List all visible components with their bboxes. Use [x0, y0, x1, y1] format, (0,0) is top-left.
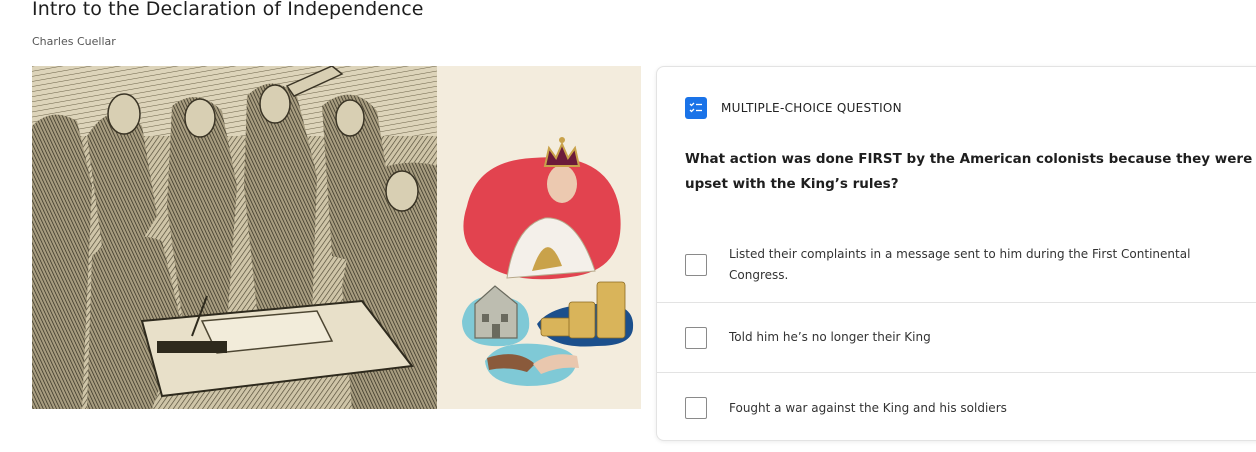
- answer-label: Told him he’s no longer their King: [729, 330, 931, 344]
- question-text: What action was done FIRST by the Americ…: [685, 151, 1253, 192]
- answer-list: Listed their complaints in a message sen…: [657, 227, 1256, 443]
- answer-checkbox[interactable]: [685, 326, 707, 349]
- lesson-page: Intro to the Declaration of Independence…: [0, 0, 1256, 452]
- question-type-label: MULTIPLE-CHOICE QUESTION: [721, 101, 902, 115]
- answer-label: Listed their complaints in a message sen…: [729, 246, 1191, 282]
- answer-checkbox[interactable]: [685, 397, 707, 419]
- collage-illustration: [437, 66, 641, 409]
- engraving-illustration: [32, 66, 437, 409]
- answer-label: Fought a war against the King and his so…: [729, 400, 1007, 415]
- author-name: Charles Cuellar: [32, 35, 116, 48]
- answer-option-1[interactable]: Listed their complaints in a message sen…: [657, 227, 1256, 303]
- question-type-header: MULTIPLE-CHOICE QUESTION: [685, 97, 902, 119]
- answer-option-3[interactable]: Fought a war against the King and his so…: [657, 373, 1256, 443]
- lesson-title: Intro to the Declaration of Independence: [32, 0, 424, 20]
- answer-option-2[interactable]: Told him he’s no longer their King: [657, 303, 1256, 373]
- checklist-icon: [685, 97, 707, 119]
- question-card: MULTIPLE-CHOICE QUESTION What action was…: [656, 66, 1256, 441]
- answer-checkbox[interactable]: [685, 253, 707, 276]
- lesson-hero-image: [32, 66, 641, 409]
